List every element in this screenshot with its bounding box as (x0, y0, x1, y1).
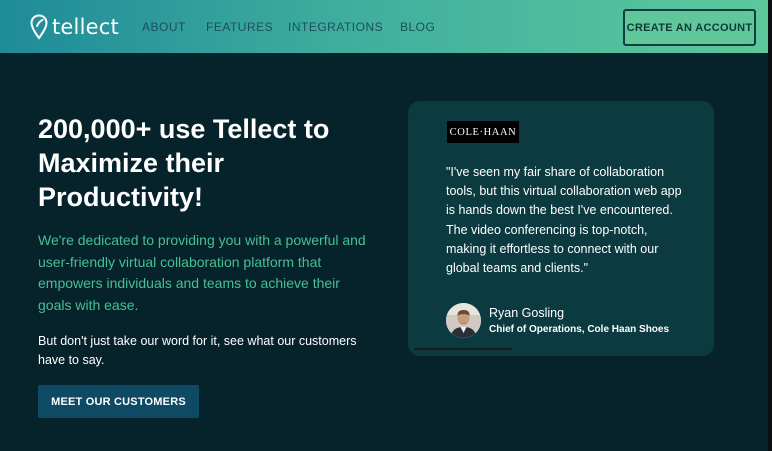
hero-title: 200,000+ use Tellect to Maximize their P… (38, 114, 330, 212)
create-account-button[interactable]: CREATE AN ACCOUNT (623, 9, 756, 46)
testimonial-card: COLE·HAAN "I've seen my fair share of co… (408, 101, 714, 356)
hero-note: But don't just take our word for it, see… (38, 334, 357, 367)
nav-link-about[interactable]: ABOUT (142, 20, 186, 34)
brand-logo: COLE·HAAN (447, 121, 519, 143)
author-name: Ryan Gosling (489, 306, 565, 320)
carousel-scroll-indicator[interactable] (414, 348, 512, 350)
page-edge (768, 0, 772, 451)
nav-link-integrations[interactable]: INTEGRATIONS (288, 20, 383, 34)
nav-link-features[interactable]: FEATURES (206, 20, 273, 34)
meet-customers-button[interactable]: MEET OUR CUSTOMERS (38, 385, 199, 418)
navbar: tellect ABOUT FEATURES INTEGRATIONS BLOG… (0, 0, 768, 53)
author-role: Chief of Operations, Cole Haan Shoes (489, 324, 670, 335)
hero-intro: We're dedicated to providing you with a … (38, 232, 366, 313)
avatar (446, 303, 481, 338)
nav-link-blog[interactable]: BLOG (400, 20, 435, 34)
avatar-photo (446, 303, 481, 338)
logo[interactable]: tellect (30, 12, 119, 42)
logo-text: tellect (52, 15, 119, 39)
location-pin-icon (30, 14, 48, 40)
testimonial-quote: "I've seen my fair share of collaboratio… (446, 165, 682, 276)
